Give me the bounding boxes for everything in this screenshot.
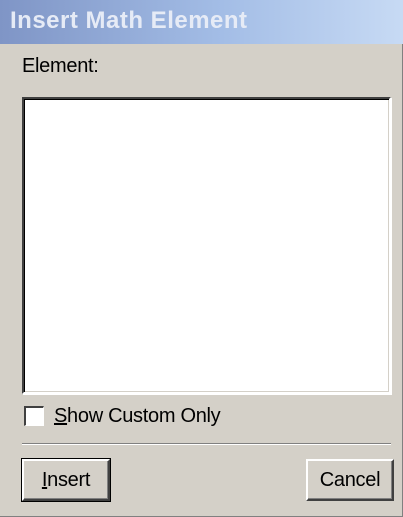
title-bar[interactable]: Insert Math Element [0, 0, 403, 44]
show-custom-only-label[interactable]: Show Custom Only [54, 405, 221, 428]
insert-math-element-dialog: Insert Math Element Element: Show Custom… [0, 0, 403, 517]
element-label: Element: [22, 55, 99, 77]
separator [22, 443, 391, 445]
insert-button[interactable]: Insert [21, 458, 111, 502]
cancel-button[interactable]: Cancel [306, 459, 394, 501]
show-custom-only-option[interactable]: Show Custom Only [24, 403, 221, 429]
cancel-button-label: Cancel [319, 468, 381, 491]
insert-button-label: Insert [41, 468, 91, 491]
window-title: Insert Math Element [10, 7, 248, 34]
show-custom-only-checkbox[interactable] [24, 406, 44, 426]
element-listbox[interactable] [22, 97, 391, 394]
